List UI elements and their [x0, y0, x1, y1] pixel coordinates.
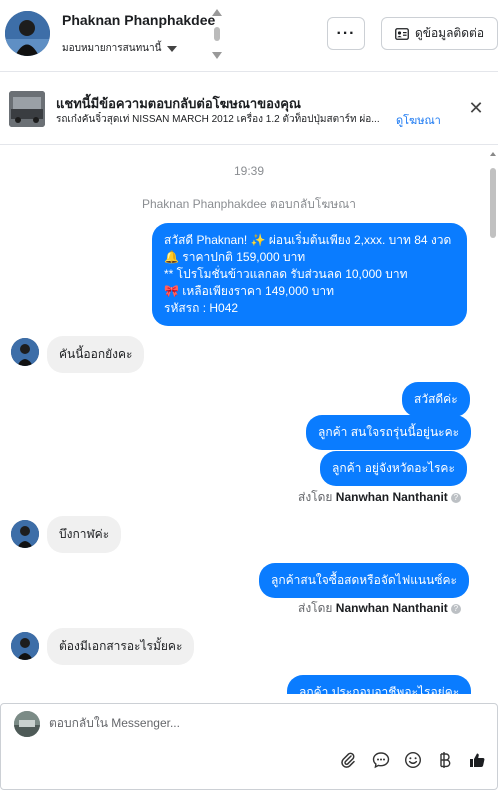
ad-reply-note: Phaknan Phanphakdee ตอบกลับโฆษณา: [141, 197, 357, 211]
sent-by-note: ส่งโดย Nanwhan Nanthanit?: [298, 488, 461, 507]
message-timestamp: 19:39: [233, 164, 265, 178]
sender-name[interactable]: Nanwhan Nanthanit: [336, 490, 448, 504]
contact-avatar[interactable]: [5, 11, 50, 56]
chevron-down-icon: [167, 45, 178, 52]
message-composer: [0, 703, 498, 790]
sent-by-prefix: ส่งโดย: [298, 490, 336, 504]
reply-input[interactable]: [49, 716, 469, 730]
conversation-header: Phaknan Phanphakdee มอบหมายการสนทนานี้ ·…: [0, 0, 498, 72]
ad-description: รถเก๋งคันจิ๋วสุดเท่ NISSAN MARCH 2012 เค…: [56, 114, 380, 125]
scrollbar-thumb[interactable]: [490, 168, 496, 238]
contact-card-icon: [395, 27, 409, 40]
thread-scrollbar[interactable]: [489, 148, 497, 694]
ad-thumbnail[interactable]: [9, 91, 45, 127]
baht-icon[interactable]: [435, 750, 455, 770]
promo-line: 🔔 ราคาปกติ 159,000 บาท: [164, 250, 306, 264]
arrow-down-icon[interactable]: [212, 52, 222, 59]
promo-message[interactable]: สวัสดี Phaknan! ✨ ผ่อนเริ่มต้นเพียง 2,xx…: [152, 223, 467, 326]
outgoing-message[interactable]: ลูกค้า ประกอบอาชีพอะไรอยู่คะ: [287, 675, 472, 694]
outgoing-message[interactable]: ลูกค้าสนใจซื้อสดหรือจัดไฟแนนซ์คะ: [259, 563, 469, 598]
incoming-message[interactable]: ต้องมีเอกสารอะไรมั้ยคะ: [47, 628, 195, 665]
sent-by-prefix: ส่งโดย: [298, 601, 336, 615]
message-thread[interactable]: 19:39 Phaknan Phanphakdee ตอบกลับโฆษณา ส…: [0, 146, 498, 694]
arrow-up-icon[interactable]: [212, 9, 222, 16]
assign-conversation-dropdown[interactable]: มอบหมายการสนทนานี้: [62, 41, 178, 56]
outgoing-message[interactable]: ลูกค้า อยู่จังหวัดอะไรคะ: [320, 451, 467, 486]
scroll-up-icon[interactable]: [490, 152, 496, 156]
incoming-message[interactable]: คันนี้ออกยังคะ: [47, 336, 145, 373]
contact-name[interactable]: Phaknan Phanphakdee: [62, 12, 215, 28]
close-icon[interactable]: ✕: [466, 98, 486, 118]
chat-bubble-icon[interactable]: [371, 750, 391, 770]
outgoing-message[interactable]: ลูกค้า สนใจรถรุ่นนี้อยู่นะคะ: [306, 415, 472, 450]
incoming-message[interactable]: บึงกาฬค่ะ: [47, 516, 122, 553]
sender-avatar[interactable]: [11, 338, 39, 366]
drag-handle-icon: [214, 27, 220, 41]
more-dots-icon: ···: [336, 24, 356, 42]
view-contact-info-button[interactable]: ดูข้อมูลติดต่อ: [381, 17, 498, 50]
info-icon[interactable]: ?: [450, 492, 461, 503]
ad-banner-title: แชทนี้มีข้อความตอบกลับต่อโฆษณาของคุณ: [56, 96, 301, 111]
promo-line: ** โปรโมชั่นข้าวแลกลด รับส่วนลด 10,000 บ…: [164, 267, 408, 281]
paperclip-icon[interactable]: [338, 750, 358, 770]
contact-info-label: ดูข้อมูลติดต่อ: [414, 26, 485, 40]
more-options-button[interactable]: ···: [327, 17, 365, 50]
sender-name[interactable]: Nanwhan Nanthanit: [336, 601, 448, 615]
page-avatar: [14, 711, 40, 737]
sender-avatar[interactable]: [11, 520, 39, 548]
thumbs-up-icon[interactable]: [467, 750, 487, 770]
sender-avatar[interactable]: [11, 632, 39, 660]
promo-line: รหัสรถ : H042: [164, 301, 239, 315]
conversation-stepper[interactable]: [211, 9, 223, 59]
assign-label: มอบหมายการสนทนานี้: [62, 43, 162, 54]
outgoing-message[interactable]: สวัสดีค่ะ: [402, 382, 470, 417]
info-icon[interactable]: ?: [450, 603, 461, 614]
sent-by-note: ส่งโดย Nanwhan Nanthanit?: [298, 599, 461, 618]
ad-reply-banner: แชทนี้มีข้อความตอบกลับต่อโฆษณาของคุณ รถเ…: [0, 73, 498, 145]
smiley-icon[interactable]: [403, 750, 423, 770]
promo-line: สวัสดี Phaknan! ✨ ผ่อนเริ่มต้นเพียง 2,xx…: [164, 233, 452, 247]
view-ad-link[interactable]: ดูโฆษณา: [396, 111, 441, 129]
promo-line: 🎀 เหลือเพียงราคา 149,000 บาท: [164, 284, 335, 298]
